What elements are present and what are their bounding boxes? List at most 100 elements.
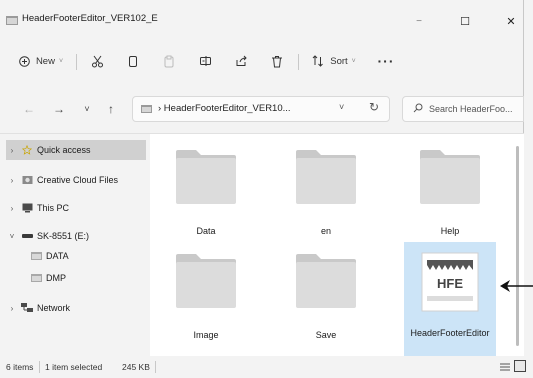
file-item-headerfootereditor[interactable]: HFE HeaderFooterEditor (404, 242, 496, 356)
search-input[interactable]: Search HeaderFoo... (402, 96, 524, 122)
vertical-scrollbar[interactable] (516, 146, 519, 346)
star-icon (21, 145, 33, 155)
drive-icon (21, 231, 33, 241)
arrow-right-icon: → (53, 102, 65, 116)
up-button[interactable]: ↑ (102, 100, 120, 118)
sidebar-item-label: This PC (37, 203, 70, 213)
delete-icon (272, 55, 282, 67)
sidebar-item-network[interactable]: › Network (6, 298, 146, 318)
folder-icon (30, 273, 42, 283)
window-title: HeaderFooterEditor_VER102_E (22, 13, 158, 24)
navigation-pane: › Quick access › Creative Cloud Files › … (0, 134, 150, 356)
cut-button[interactable] (84, 48, 110, 74)
monitor-icon (21, 203, 33, 213)
chevron-down-icon: ˅ (351, 57, 356, 65)
sidebar-item-label: DMP (46, 273, 66, 283)
file-item-data[interactable]: Data (160, 138, 252, 244)
arrow-left-icon: ← (23, 102, 35, 116)
delete-button[interactable] (264, 48, 290, 74)
toolbar-divider (298, 54, 299, 70)
back-button[interactable]: ← (20, 100, 38, 118)
folder-icon (176, 254, 236, 308)
cut-icon (91, 55, 103, 67)
file-name: Help (440, 226, 460, 236)
file-name: Data (196, 226, 216, 236)
file-list: Data en Help Image Save HFE HeaderFooter… (150, 134, 524, 356)
paste-icon (164, 55, 174, 67)
more-icon: ··· (377, 53, 395, 69)
refresh-icon[interactable]: ↻ (369, 100, 379, 114)
recent-locations-button[interactable]: ˅ (78, 100, 96, 118)
sidebar-item-label: Quick access (37, 145, 91, 155)
rename-icon (199, 56, 211, 66)
chevron-right-icon[interactable]: › (6, 146, 18, 155)
chevron-right-icon[interactable]: › (6, 304, 18, 313)
sidebar-item-drive-e[interactable]: ˅ SK-8551 (E:) (6, 226, 146, 246)
minimize-icon: − (416, 15, 422, 27)
plus-circle-icon (19, 55, 30, 67)
status-divider (39, 361, 40, 373)
command-bar: New ˅ Sort ˅ ··· (0, 40, 524, 82)
sidebar-item-data[interactable]: DATA (6, 246, 146, 266)
title-bar[interactable]: HeaderFooterEditor_VER102_E − ☐ ✕ (0, 0, 524, 36)
maximize-button[interactable]: ☐ (448, 8, 482, 34)
sidebar-item-quick-access[interactable]: › Quick access (6, 140, 146, 160)
search-placeholder: Search HeaderFoo... (429, 104, 513, 114)
sidebar-item-this-pc[interactable]: › This PC (6, 198, 146, 218)
selection-size: 245 KB (122, 362, 150, 372)
annotation-arrow-icon (500, 280, 533, 292)
folder-icon (420, 150, 480, 204)
creative-cloud-icon (21, 175, 33, 185)
hfe-icon-text: HFE (437, 276, 463, 291)
address-bar[interactable]: › HeaderFooterEditor_VER10... ˅ ↻ (132, 96, 390, 122)
close-icon: ✕ (506, 15, 516, 28)
status-divider (155, 361, 156, 373)
network-icon (21, 303, 33, 313)
file-item-save[interactable]: Save (280, 242, 372, 348)
breadcrumb[interactable]: › HeaderFooterEditor_VER10... (158, 103, 291, 114)
maximize-icon: ☐ (460, 15, 470, 28)
file-item-help[interactable]: Help (404, 138, 496, 244)
file-name: en (320, 226, 331, 236)
item-count: 6 items (6, 362, 34, 372)
sort-icon (312, 55, 324, 67)
paste-button[interactable] (156, 48, 182, 74)
new-label: New (35, 55, 55, 67)
sidebar-item-label: Creative Cloud Files (37, 175, 119, 185)
file-name: Image (193, 330, 219, 340)
folder-icon (296, 254, 356, 308)
rename-button[interactable] (192, 48, 218, 74)
file-name: Save (315, 330, 337, 340)
sidebar-item-label: DATA (46, 251, 69, 261)
arrow-up-icon: ↑ (108, 102, 114, 116)
status-bar: 6 items 1 item selected 245 KB (0, 356, 526, 378)
new-button[interactable]: New ˅ (12, 48, 70, 74)
address-row: ← → ˅ ↑ › HeaderFooterEditor_VER10... ˅ … (0, 88, 524, 132)
folder-icon (141, 105, 152, 113)
folder-icon (176, 150, 236, 204)
file-explorer-window: HeaderFooterEditor_VER102_E − ☐ ✕ New ˅ (0, 0, 526, 378)
chevron-down-icon: ˅ (84, 104, 90, 114)
chevron-down-icon[interactable]: ˅ (6, 232, 18, 241)
folder-icon (6, 16, 18, 25)
share-button[interactable] (228, 48, 254, 74)
forward-button[interactable]: → (50, 100, 68, 118)
chevron-right-icon[interactable]: › (6, 176, 18, 185)
tiles-view-icon[interactable] (514, 360, 526, 372)
details-view-icon[interactable] (500, 362, 510, 372)
sidebar-item-dmp[interactable]: DMP (6, 268, 146, 288)
chevron-right-icon[interactable]: › (6, 204, 18, 213)
file-item-en[interactable]: en (280, 138, 372, 244)
folder-icon (30, 251, 42, 261)
sort-label: Sort (330, 55, 348, 67)
file-item-image[interactable]: Image (160, 242, 252, 348)
address-dropdown-icon[interactable]: ˅ (339, 102, 344, 112)
sidebar-item-creative-cloud[interactable]: › Creative Cloud Files (6, 170, 146, 190)
copy-button[interactable] (120, 48, 146, 74)
close-button[interactable]: ✕ (494, 8, 528, 34)
more-options-button[interactable]: ··· (372, 48, 400, 74)
sidebar-item-label: Network (37, 303, 71, 313)
file-name: HeaderFooterEditor (410, 328, 490, 338)
sort-button[interactable]: Sort ˅ (306, 48, 362, 74)
minimize-button[interactable]: − (402, 8, 436, 34)
